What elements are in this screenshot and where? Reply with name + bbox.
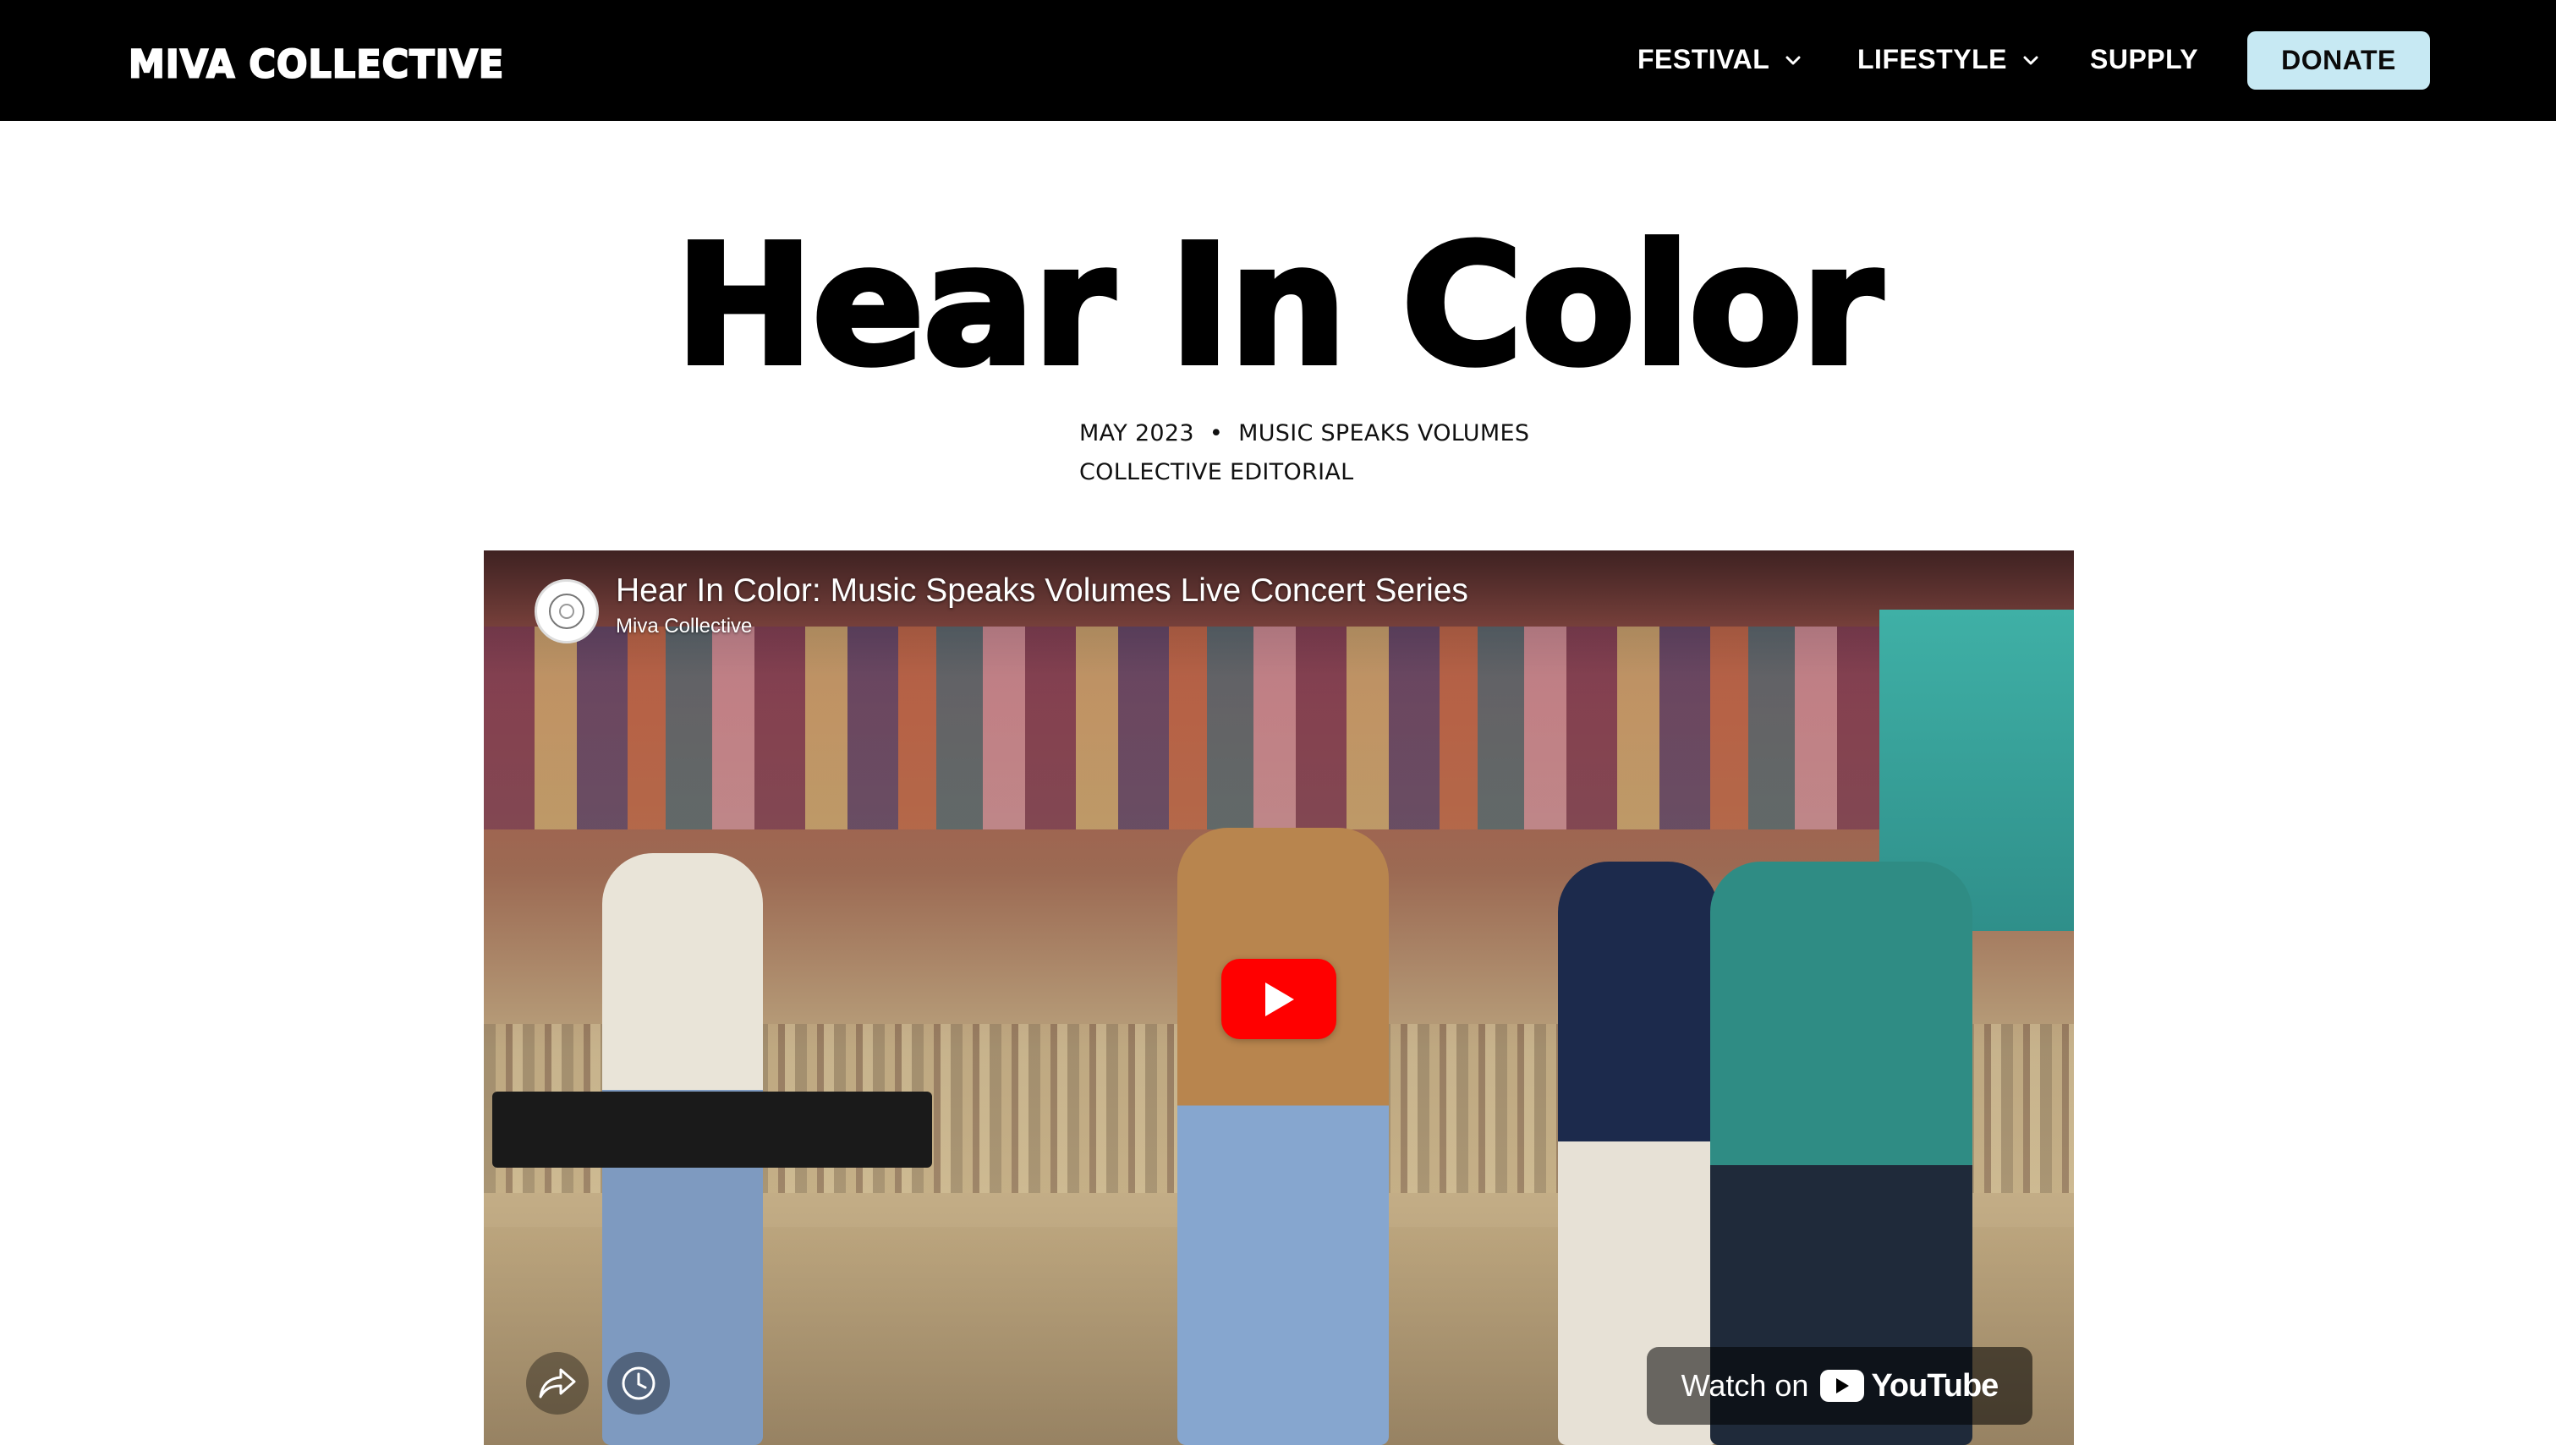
- watch-on-youtube-link[interactable]: Watch on YouTube: [1647, 1347, 2032, 1425]
- donate-button[interactable]: DONATE: [2247, 31, 2430, 90]
- channel-avatar[interactable]: [535, 579, 599, 643]
- chevron-down-icon: [2023, 56, 2038, 64]
- channel-logo-icon: [549, 594, 584, 629]
- youtube-logo: YouTube: [1820, 1367, 1999, 1404]
- share-icon: [539, 1368, 576, 1399]
- nav-festival-label: FESTIVAL: [1637, 44, 1770, 74]
- watch-later-button[interactable]: [607, 1352, 670, 1415]
- watch-on-label: Watch on: [1681, 1368, 1809, 1403]
- thumbnail-keyboard: [492, 1092, 932, 1168]
- nav-supply-label: SUPPLY: [2090, 44, 2199, 74]
- article-meta-line: MAY 2023 • MUSIC SPEAKS VOLUMES: [1079, 414, 1529, 453]
- page-title: Hear In Color: [672, 210, 1885, 402]
- site-header: MIVA COLLECTIVE FESTIVAL LIFESTYLE SUPPL…: [0, 0, 2556, 121]
- meta-separator: •: [1209, 420, 1224, 446]
- video-channel[interactable]: Miva Collective: [616, 615, 752, 638]
- video-embed[interactable]: Hear In Color: Music Speaks Volumes Live…: [484, 550, 2074, 1445]
- site-logo[interactable]: MIVA COLLECTIVE: [128, 42, 504, 89]
- play-button[interactable]: [1221, 959, 1336, 1039]
- article-meta: MAY 2023 • MUSIC SPEAKS VOLUMES COLLECTIVE…: [1079, 414, 1529, 492]
- youtube-wordmark: YouTube: [1871, 1367, 1999, 1404]
- nav-lifestyle-label: LIFESTYLE: [1857, 44, 2007, 74]
- article-author[interactable]: COLLECTIVE EDITORIAL: [1079, 453, 1529, 492]
- article-category[interactable]: MUSIC SPEAKS VOLUMES: [1238, 420, 1529, 446]
- youtube-logo-icon: [1820, 1370, 1865, 1402]
- clock-icon: [622, 1366, 655, 1400]
- chevron-down-icon: [1785, 56, 1801, 64]
- share-button[interactable]: [526, 1352, 589, 1415]
- article-date: MAY 2023: [1079, 420, 1194, 446]
- nav-lifestyle[interactable]: LIFESTYLE: [1857, 44, 2041, 75]
- thumbnail-figure: [1177, 828, 1389, 1445]
- nav-supply[interactable]: SUPPLY: [2090, 44, 2198, 75]
- play-icon: [1265, 982, 1294, 1016]
- video-title[interactable]: Hear In Color: Music Speaks Volumes Live…: [616, 572, 1468, 610]
- nav-festival[interactable]: FESTIVAL: [1637, 44, 1803, 75]
